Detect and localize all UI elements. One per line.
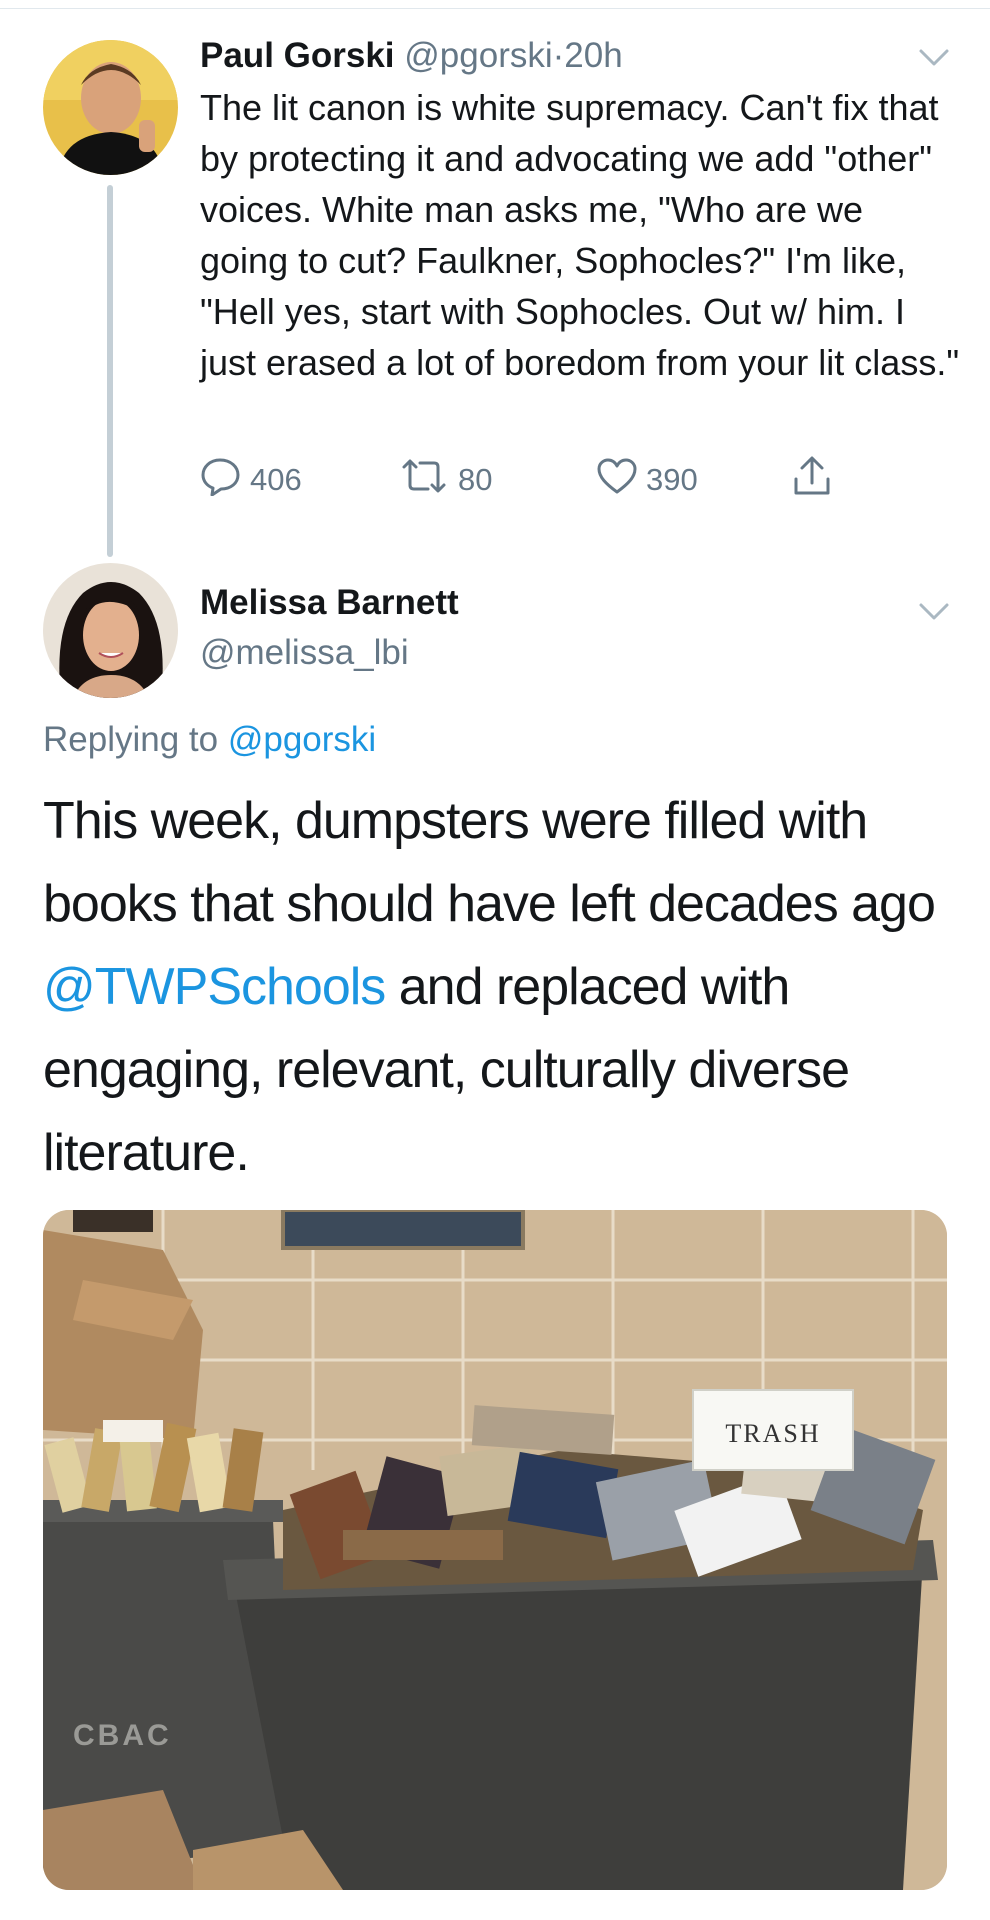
retweet-icon	[398, 457, 458, 503]
share-button[interactable]	[792, 455, 840, 505]
tweet2-author-name[interactable]: Melissa Barnett	[200, 578, 459, 628]
paul-gorski-avatar[interactable]	[43, 40, 178, 175]
replying-to-line: Replying to @pgorski	[43, 715, 376, 765]
top-divider	[0, 8, 990, 9]
tweet1-handle[interactable]: @pgorski	[404, 36, 552, 75]
tweet2-handle[interactable]: @melissa_lbi	[200, 628, 409, 678]
like-count: 390	[646, 462, 698, 497]
trash-sign-text: TRASH	[725, 1419, 820, 1448]
twpschools-mention-link[interactable]: @TWPSchools	[43, 958, 386, 1016]
tweet1-separator: ·	[552, 36, 565, 75]
share-icon	[792, 455, 840, 505]
heart-icon	[596, 457, 646, 503]
retweet-button[interactable]: 80	[398, 458, 492, 502]
tweet1-header: Paul Gorski @pgorski·20h	[200, 30, 623, 82]
thread-connector-line	[107, 185, 113, 557]
tweet1-time[interactable]: 20h	[564, 36, 622, 75]
retweet-count: 80	[458, 462, 493, 497]
tweet2-chevron-down-icon[interactable]	[918, 602, 950, 622]
bin-marking-text: CBAC	[73, 1719, 172, 1752]
chevron-down-icon[interactable]	[918, 48, 950, 68]
reply-icon	[200, 456, 250, 504]
tweet-photo[interactable]: TRASH CBAC	[43, 1210, 947, 1890]
like-button[interactable]: 390	[596, 458, 698, 502]
tweet1-author-name[interactable]: Paul Gorski	[200, 36, 395, 75]
tweet1-text: The lit canon is white supremacy. Can't …	[200, 87, 960, 383]
replying-to-link[interactable]: @pgorski	[228, 720, 376, 759]
tweet2-text: This week, dumpsters were filled with bo…	[43, 780, 963, 1195]
reply-count: 406	[250, 462, 302, 497]
reply-button[interactable]: 406	[200, 458, 302, 502]
melissa-barnett-avatar[interactable]	[43, 563, 178, 698]
tweet2-text-part1: This week, dumpsters were filled with bo…	[43, 792, 936, 933]
replying-prefix: Replying to	[43, 720, 228, 759]
